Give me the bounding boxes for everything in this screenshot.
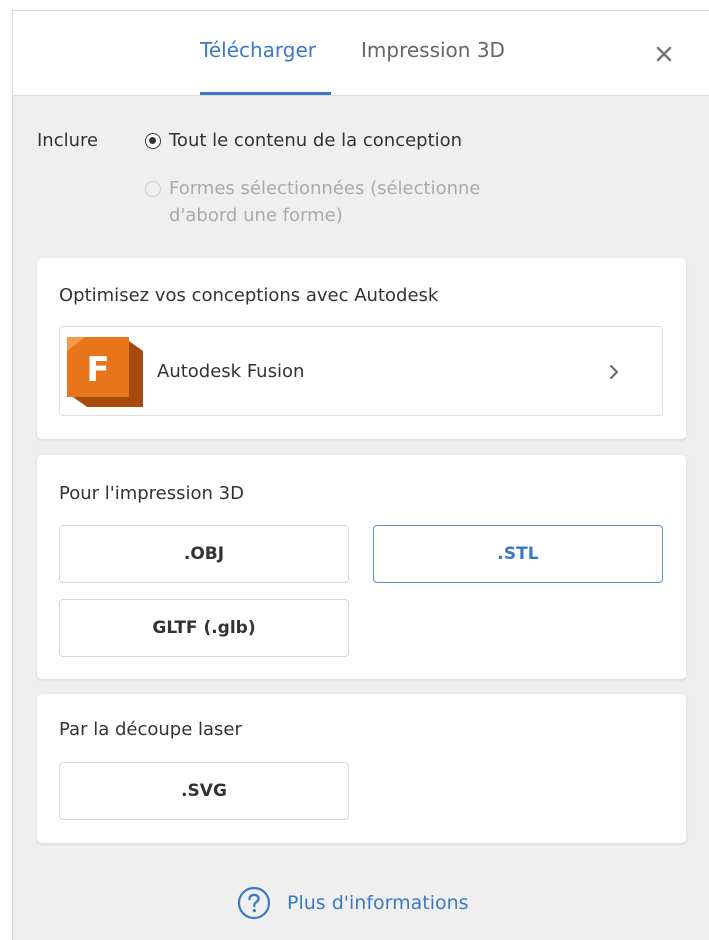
more-info-link[interactable]: Plus d'informations [237, 886, 469, 920]
radio-all-content-label: Tout le contenu de la conception [169, 130, 463, 151]
radio-button-checked[interactable] [145, 133, 161, 149]
autodesk-fusion-label: Autodesk Fusion [157, 361, 305, 382]
help-circle-icon [237, 886, 271, 920]
format-gltf-button[interactable]: GLTF (.glb) [59, 599, 349, 657]
panel-header: Télécharger Impression 3D [13, 11, 709, 96]
active-tab-indicator [200, 92, 331, 95]
laser-card: Par la découpe laser .SVG [37, 694, 686, 843]
format-svg-button[interactable]: .SVG [59, 762, 349, 820]
radio-selected-shapes-label: Formes sélectionnées (sélectionne d'abor… [169, 178, 481, 226]
tab-impression-3d[interactable]: Impression 3D [361, 37, 505, 63]
close-button[interactable] [651, 41, 677, 67]
autodesk-card-title: Optimisez vos conceptions avec Autodesk [59, 285, 439, 306]
export-panel: Télécharger Impression 3D Inclure Tout l… [12, 10, 709, 940]
include-label: Inclure [37, 130, 99, 151]
autodesk-card: Optimisez vos conceptions avec Autodesk … [37, 258, 686, 439]
radio-selected-shapes: Formes sélectionnées (sélectionne d'abor… [145, 177, 529, 229]
autodesk-fusion-logo: F [67, 337, 143, 407]
autodesk-fusion-button[interactable]: F Autodesk Fusion [59, 326, 663, 416]
format-stl-button[interactable]: .STL [373, 525, 663, 583]
print3d-card-title: Pour l'impression 3D [59, 483, 244, 504]
format-obj-button[interactable]: .OBJ [59, 525, 349, 583]
more-info-label: Plus d'informations [287, 892, 469, 914]
radio-button-disabled [145, 181, 161, 197]
chevron-right-icon [606, 362, 622, 382]
radio-all-content[interactable]: Tout le contenu de la conception [145, 129, 462, 153]
close-icon [651, 41, 677, 67]
fusion-logo-letter: F [86, 350, 109, 390]
laser-card-title: Par la découpe laser [59, 719, 242, 740]
tab-telecharger[interactable]: Télécharger [200, 37, 316, 63]
print3d-card: Pour l'impression 3D .OBJ .STL GLTF (.gl… [37, 455, 686, 679]
